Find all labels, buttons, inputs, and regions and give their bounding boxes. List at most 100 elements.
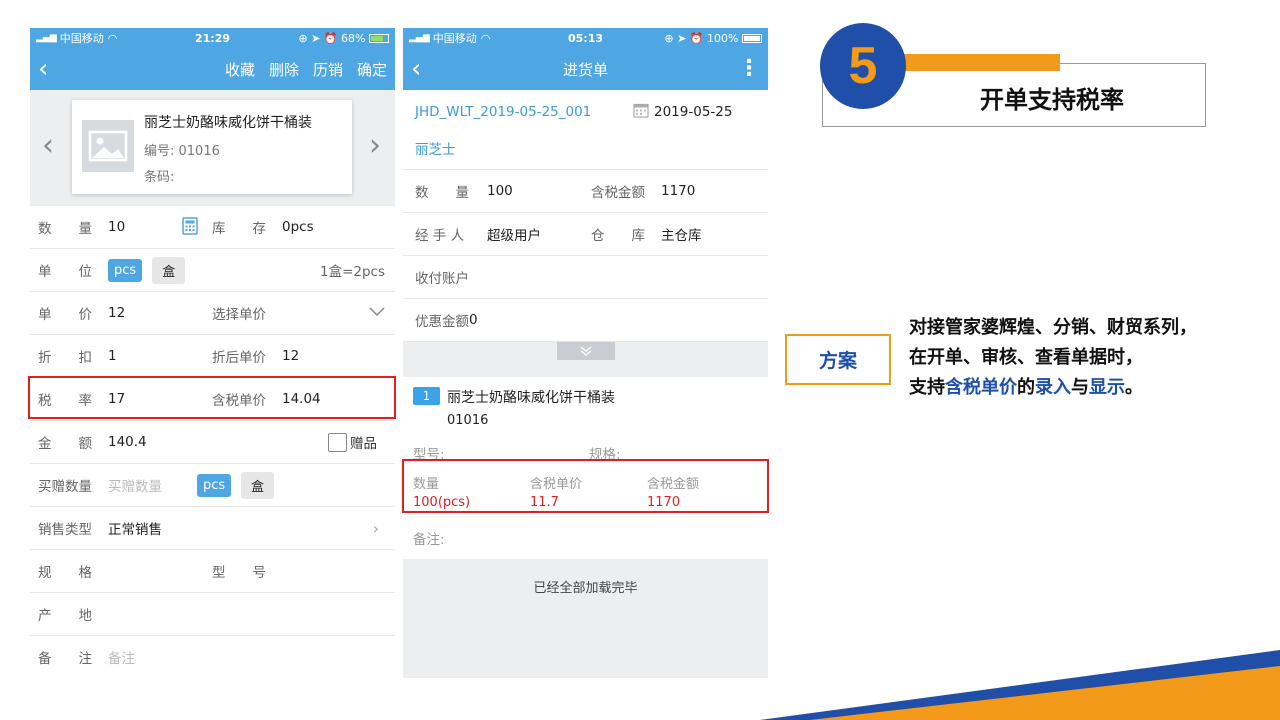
step-orange-bar xyxy=(880,54,1060,71)
step-number-badge: 5 xyxy=(820,23,906,109)
solution-description: 对接管家婆辉煌、分销、财贸系列， 在开单、审核、查看单据时， 支持含税单价的录入… xyxy=(909,313,1269,403)
description-line-2: 在开单、审核、查看单据时， xyxy=(909,347,1143,368)
amount-value: 140.4 xyxy=(108,434,147,450)
after-discount-label: 折后单价 xyxy=(212,350,266,366)
warehouse-value[interactable]: 主仓库 xyxy=(661,224,702,244)
description-line-1: 对接管家婆辉煌、分销、财贸系列， xyxy=(909,317,1197,338)
sale-type-label: 销售类型 xyxy=(38,522,92,538)
favorite-button[interactable]: 收藏 xyxy=(225,59,255,80)
after-discount-input[interactable]: 12 xyxy=(282,348,299,364)
supplier-name[interactable]: 丽芝士 xyxy=(415,138,456,158)
nav-bar: ‹ 收藏 删除 历销 确定 xyxy=(30,48,395,90)
prev-product-icon[interactable]: ‹ xyxy=(42,128,54,163)
delete-button[interactable]: 删除 xyxy=(269,59,299,80)
confirm-button[interactable]: 确定 xyxy=(357,59,387,80)
discount-row: 优惠金额 0 xyxy=(403,299,768,342)
price-row: 单 价 12 选择单价 xyxy=(30,292,395,335)
unit-box-chip[interactable]: 盒 xyxy=(152,256,186,284)
history-sales-button[interactable]: 历销 xyxy=(313,59,343,80)
discount-label: 折 扣 xyxy=(38,350,92,366)
order-number[interactable]: JHD_WLT_2019-05-25_001 xyxy=(415,104,591,120)
account-row[interactable]: 收付账户 xyxy=(403,256,768,299)
expand-band xyxy=(403,342,768,377)
load-complete-text: 已经全部加载完毕 xyxy=(533,581,638,596)
back-icon[interactable]: ‹ xyxy=(411,56,431,82)
quantity-label: 数 量 xyxy=(38,221,92,237)
desc-highlight-input: 录入 xyxy=(1035,377,1071,398)
desc-highlight-display: 显示 xyxy=(1089,377,1125,398)
gift-quantity-row: 买赠数量 买赠数量 pcs 盒 xyxy=(30,464,395,507)
desc-text: 与 xyxy=(1071,377,1089,398)
amount-label: 金 额 xyxy=(38,436,92,452)
item-index-badge: 1 xyxy=(413,387,440,405)
item-note-label: 备注: xyxy=(413,532,445,548)
unit-pcs-chip[interactable]: pcs xyxy=(108,258,143,282)
product-carousel: ‹ 丽芝士奶酪味威化饼干桶装 编号: 01016 条码: › xyxy=(30,90,395,206)
origin-label: 产 地 xyxy=(38,608,92,624)
next-product-icon[interactable]: › xyxy=(369,128,381,163)
discount-input[interactable]: 1 xyxy=(108,348,117,364)
unit-row: 单 位 pcs 盒 1盒=2pcs xyxy=(30,249,395,292)
item-name: 丽芝士奶酪味威化饼干桶装 xyxy=(447,390,615,406)
product-name: 丽芝士奶酪味威化饼干桶装 xyxy=(144,115,312,131)
calculator-icon[interactable] xyxy=(182,217,198,239)
handler-row: 经 手 人 超级用户 仓 库 主仓库 xyxy=(403,213,768,256)
item-tax-highlight-box xyxy=(402,459,769,513)
chevron-right-icon[interactable]: › xyxy=(373,519,379,538)
order-date[interactable]: 2019-05-25 xyxy=(654,104,732,120)
order-header: JHD_WLT_2019-05-25_001 2019-05-25 丽芝士 xyxy=(403,90,768,170)
description-line-3: 支持含税单价的录入与显示。 xyxy=(909,373,1269,403)
quantity-value: 100 xyxy=(487,183,513,199)
gift-quantity-label: 买赠数量 xyxy=(38,479,92,495)
corner-decoration xyxy=(760,650,1280,720)
quantity-input[interactable]: 10 xyxy=(108,219,125,235)
plan-label-box: 方案 xyxy=(785,334,891,385)
unit-label: 单 位 xyxy=(38,264,92,280)
desc-text: 支持 xyxy=(909,377,945,398)
page-title: 进货单 xyxy=(562,60,608,79)
handler-label: 经 手 人 xyxy=(415,228,465,244)
quantity-row: 数 量 10 库 存 0pcs xyxy=(30,206,395,249)
status-time: 05:13 xyxy=(567,31,603,45)
tax-highlight-box xyxy=(28,376,396,419)
handler-value[interactable]: 超级用户 xyxy=(487,224,541,244)
gift-label: 赠品 xyxy=(350,436,377,452)
stock-value: 0pcs xyxy=(282,219,314,235)
amount-row: 金 额 140.4 赠品 xyxy=(30,421,395,464)
expand-chevron-icon[interactable] xyxy=(557,342,615,360)
plan-label: 方案 xyxy=(818,350,857,372)
gift-unit-box-chip[interactable]: 盒 xyxy=(241,471,275,499)
left-phone-screen: ▂▄▆ 中国移动 ◠ 21:29 ⊕ ➤ ⏰ 68% ‹ 收藏 删除 历销 确定… xyxy=(30,28,395,678)
calendar-icon[interactable] xyxy=(633,102,649,122)
chevron-down-icon[interactable] xyxy=(369,305,385,321)
back-icon[interactable]: ‹ xyxy=(38,56,58,82)
status-time: 21:29 xyxy=(194,31,230,45)
battery-icon xyxy=(742,34,762,43)
sale-type-value: 正常销售 xyxy=(108,522,162,538)
desc-text: 的 xyxy=(1017,377,1035,398)
sale-type-row[interactable]: 销售类型 正常销售 › xyxy=(30,507,395,550)
note-input[interactable]: 备注 xyxy=(108,647,135,667)
load-complete-footer: 已经全部加载完毕 xyxy=(403,559,768,678)
gift-quantity-input[interactable]: 买赠数量 xyxy=(108,475,162,495)
account-label: 收付账户 xyxy=(415,271,469,287)
gift-checkbox[interactable] xyxy=(328,433,347,452)
desc-text: 。 xyxy=(1125,377,1143,398)
more-menu-icon[interactable]: ⋮ xyxy=(738,58,760,80)
desc-highlight-tax-price: 含税单价 xyxy=(945,377,1017,398)
item-code: 01016 xyxy=(447,413,489,428)
tax-amount-label: 含税金额 xyxy=(591,185,645,201)
select-price-dropdown[interactable]: 选择单价 xyxy=(212,303,266,323)
price-input[interactable]: 12 xyxy=(108,305,125,321)
gift-unit-pcs-chip[interactable]: pcs xyxy=(197,473,232,497)
status-bar: ▂▄▆ 中国移动 ◠ 05:13 ⊕ ➤ ⏰ 100% xyxy=(403,28,768,48)
model-label: 型 号 xyxy=(212,565,266,581)
step-title: 开单支持税率 xyxy=(980,86,1124,114)
note-row: 备 注 备注 xyxy=(30,636,395,678)
spec-row: 规 格 型 号 xyxy=(30,550,395,593)
product-image-placeholder-icon xyxy=(82,120,134,172)
product-barcode: 条码: xyxy=(144,170,175,185)
note-label: 备 注 xyxy=(38,651,92,667)
nav-bar: ‹ 进货单 ⋮ xyxy=(403,48,768,90)
tax-amount-value: 1170 xyxy=(661,183,696,199)
